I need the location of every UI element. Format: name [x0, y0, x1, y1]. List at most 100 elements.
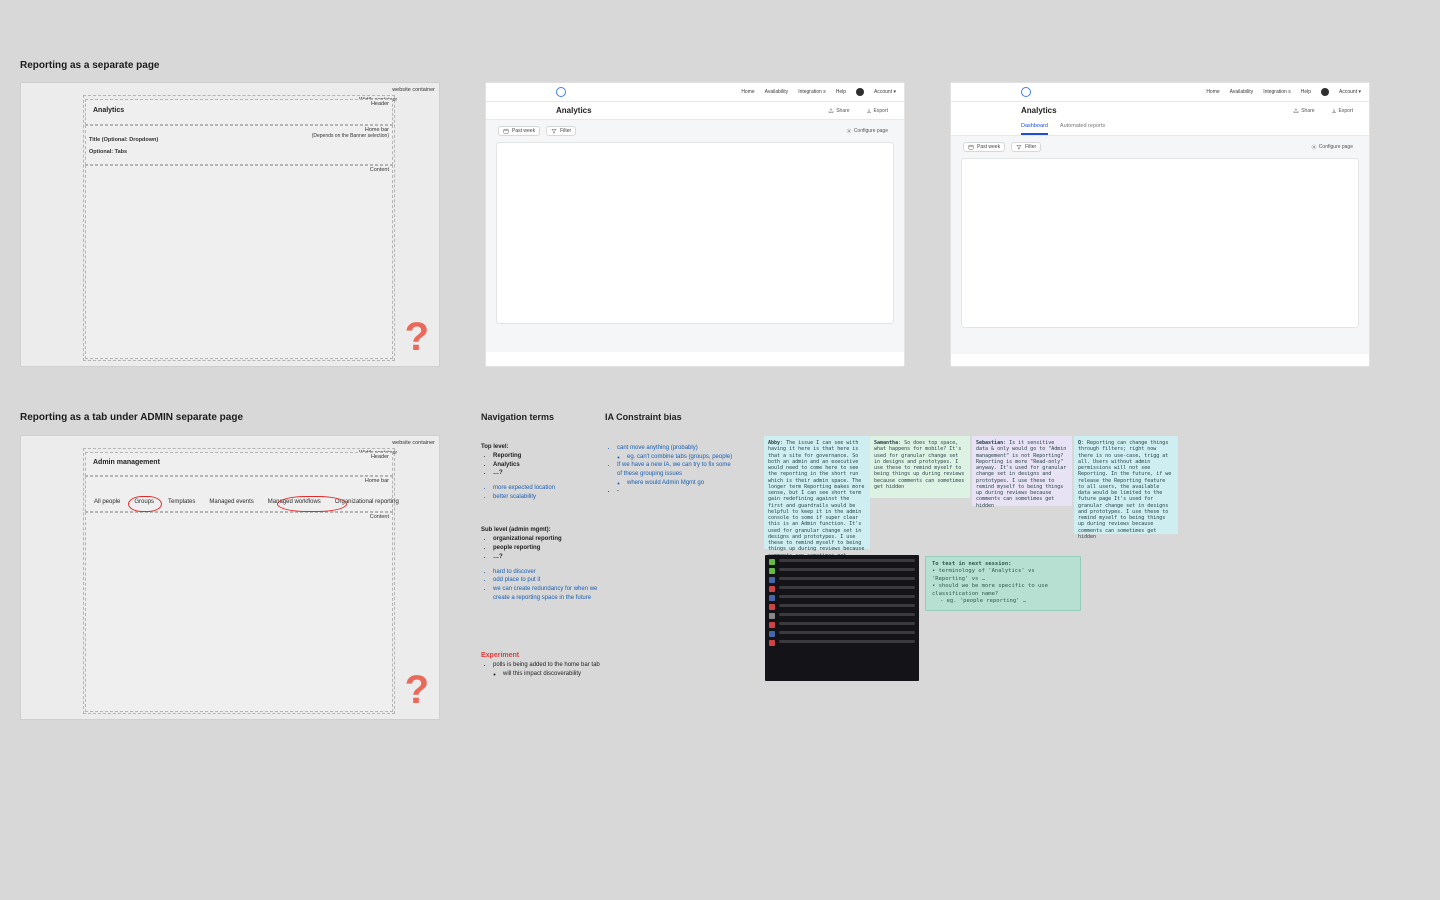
sub-level-notes: hard to discover odd place to put it we …	[481, 568, 611, 603]
header-label: Header	[371, 101, 389, 107]
sticky-q: Q: Reporting can change things through f…	[1074, 436, 1178, 534]
avatar-icon	[1321, 88, 1329, 96]
page-title: Analytics	[556, 106, 592, 115]
list-item: we can create redundancy for when we cre…	[493, 585, 611, 602]
nav-account[interactable]: Account ▾	[874, 89, 896, 95]
mock-a: Home Availability Integration s Help Acc…	[485, 82, 905, 367]
list-item: terminology of 'Analytics' vs 'Reporting…	[932, 568, 1035, 581]
tab-dashboard[interactable]: Dashboard	[1021, 123, 1048, 135]
top-level-label: Top level:	[481, 444, 611, 450]
avatar-icon	[856, 88, 864, 96]
list-item: cant move anything (probably)	[617, 444, 735, 453]
experiment-label: Experiment	[481, 652, 611, 659]
list-item: …?	[493, 553, 611, 562]
question-mark-icon: ?	[405, 315, 429, 360]
list-item: should we be more specific to use classi…	[932, 583, 1048, 596]
wireframe-1: website container Width container Header…	[20, 82, 440, 367]
list-item: Reporting	[493, 452, 611, 461]
nav-home[interactable]: Home	[741, 89, 754, 95]
header-title: Analytics	[93, 107, 124, 114]
nav-home[interactable]: Home	[1206, 89, 1219, 95]
content-box	[85, 512, 393, 712]
circle-org-reporting-icon	[277, 496, 347, 512]
export-button[interactable]: Export	[862, 107, 892, 115]
list-item: better scalability	[493, 493, 611, 502]
navigation-terms: Navigation terms Top level: Reporting An…	[481, 412, 611, 679]
content-box	[85, 165, 393, 359]
list-item: more expected location	[493, 484, 611, 493]
mock-b: Home Availability Integration s Help Acc…	[950, 82, 1370, 367]
top-level-list: Reporting Analytics …?	[481, 452, 611, 478]
website-container-label: website container	[392, 440, 435, 446]
sub-level-list: organizational reporting people reportin…	[481, 535, 611, 561]
header-title: Admin management	[93, 459, 160, 466]
list-item: -	[617, 487, 735, 496]
canvas-area	[961, 158, 1359, 328]
page-title: Analytics	[1021, 106, 1057, 115]
list-item: Analytics	[493, 461, 611, 470]
tab-all-people[interactable]: All people	[94, 499, 120, 505]
list-item: …?	[493, 469, 611, 478]
home-bar-sub: (Depends on the Banner selection)	[312, 133, 389, 139]
tab-templates[interactable]: Templates	[168, 499, 195, 505]
slack-screenshot	[765, 555, 919, 681]
nav-integrations[interactable]: Integration s	[1263, 89, 1291, 95]
title-dropdown-label: Title (Optional: Dropdown)	[89, 137, 158, 143]
list-item: polls is being added to the home bar tab	[493, 661, 611, 670]
wireframe-2: website container Width container Header…	[20, 435, 440, 720]
home-bar-label: Home bar	[365, 478, 389, 484]
optional-tabs-label: Optional: Tabs	[89, 149, 127, 155]
header-box	[85, 99, 393, 125]
experiment-list: polls is being added to the home bar tab…	[481, 661, 611, 678]
nav-account[interactable]: Account ▾	[1339, 89, 1361, 95]
ia-bias-heading: IA Constraint bias	[605, 412, 735, 422]
list-item: If we have a new IA, we can try to fix s…	[617, 461, 735, 478]
list-item: eg. 'people reporting' …	[947, 598, 1026, 604]
past-week-pill[interactable]: Past week	[498, 126, 540, 136]
section-2-title: Reporting as a tab under ADMIN separate …	[20, 412, 243, 423]
ia-bias-list: cant move anything (probably) eg. can't …	[605, 444, 735, 496]
list-item: eg. can't combine tabs (groups, people)	[627, 453, 735, 462]
configure-page-button[interactable]: Configure page	[842, 126, 892, 136]
canvas-area	[496, 142, 894, 324]
list-item: will this impact discoverability	[503, 670, 611, 679]
list-item: organizational reporting	[493, 535, 611, 544]
filter-pill[interactable]: Filter	[1011, 142, 1041, 152]
to-test-title: To test in next session:	[932, 561, 1074, 568]
sticky-sebastian: Sebastian: Is it sensitive data & only w…	[972, 436, 1072, 506]
configure-page-button[interactable]: Configure page	[1307, 142, 1357, 152]
nav-help[interactable]: Help	[1301, 89, 1311, 95]
nav-help[interactable]: Help	[836, 89, 846, 95]
list-item: people reporting	[493, 544, 611, 553]
list-item: odd place to put it	[493, 576, 611, 585]
nav-availability[interactable]: Availability	[1230, 89, 1254, 95]
share-button[interactable]: Share	[1289, 107, 1318, 115]
ia-constraint-bias: IA Constraint bias cant move anything (p…	[605, 412, 735, 496]
logo-icon	[1021, 87, 1031, 97]
sticky-abby: Abby: The issue I can see with having it…	[764, 436, 870, 549]
sub-level-label: Sub level (admin mgmt):	[481, 527, 611, 533]
to-test-note: To test in next session: • terminology o…	[925, 556, 1081, 611]
header-label: Header	[371, 454, 389, 460]
past-week-pill[interactable]: Past week	[963, 142, 1005, 152]
export-button[interactable]: Export	[1327, 107, 1357, 115]
home-bar-box	[85, 125, 393, 165]
tab-automated-reports[interactable]: Automated reports	[1060, 123, 1105, 135]
question-mark-icon: ?	[405, 668, 429, 713]
content-label: Content	[370, 514, 389, 520]
nav-availability[interactable]: Availability	[765, 89, 789, 95]
list-item: where would Admin Mgmt go	[627, 479, 735, 488]
top-level-notes: more expected location better scalabilit…	[481, 484, 611, 501]
tab-managed-events[interactable]: Managed events	[209, 499, 253, 505]
logo-icon	[556, 87, 566, 97]
share-button[interactable]: Share	[824, 107, 853, 115]
sticky-samantha: Samantha: So does top space, what happen…	[870, 436, 970, 498]
circle-groups-icon	[128, 496, 162, 512]
list-item: hard to discover	[493, 568, 611, 577]
filter-pill[interactable]: Filter	[546, 126, 576, 136]
website-container-label: website container	[392, 87, 435, 93]
content-label: Content	[370, 167, 389, 173]
nav-terms-heading: Navigation terms	[481, 412, 611, 422]
nav-integrations[interactable]: Integration s	[798, 89, 826, 95]
section-1-title: Reporting as a separate page	[20, 60, 160, 71]
